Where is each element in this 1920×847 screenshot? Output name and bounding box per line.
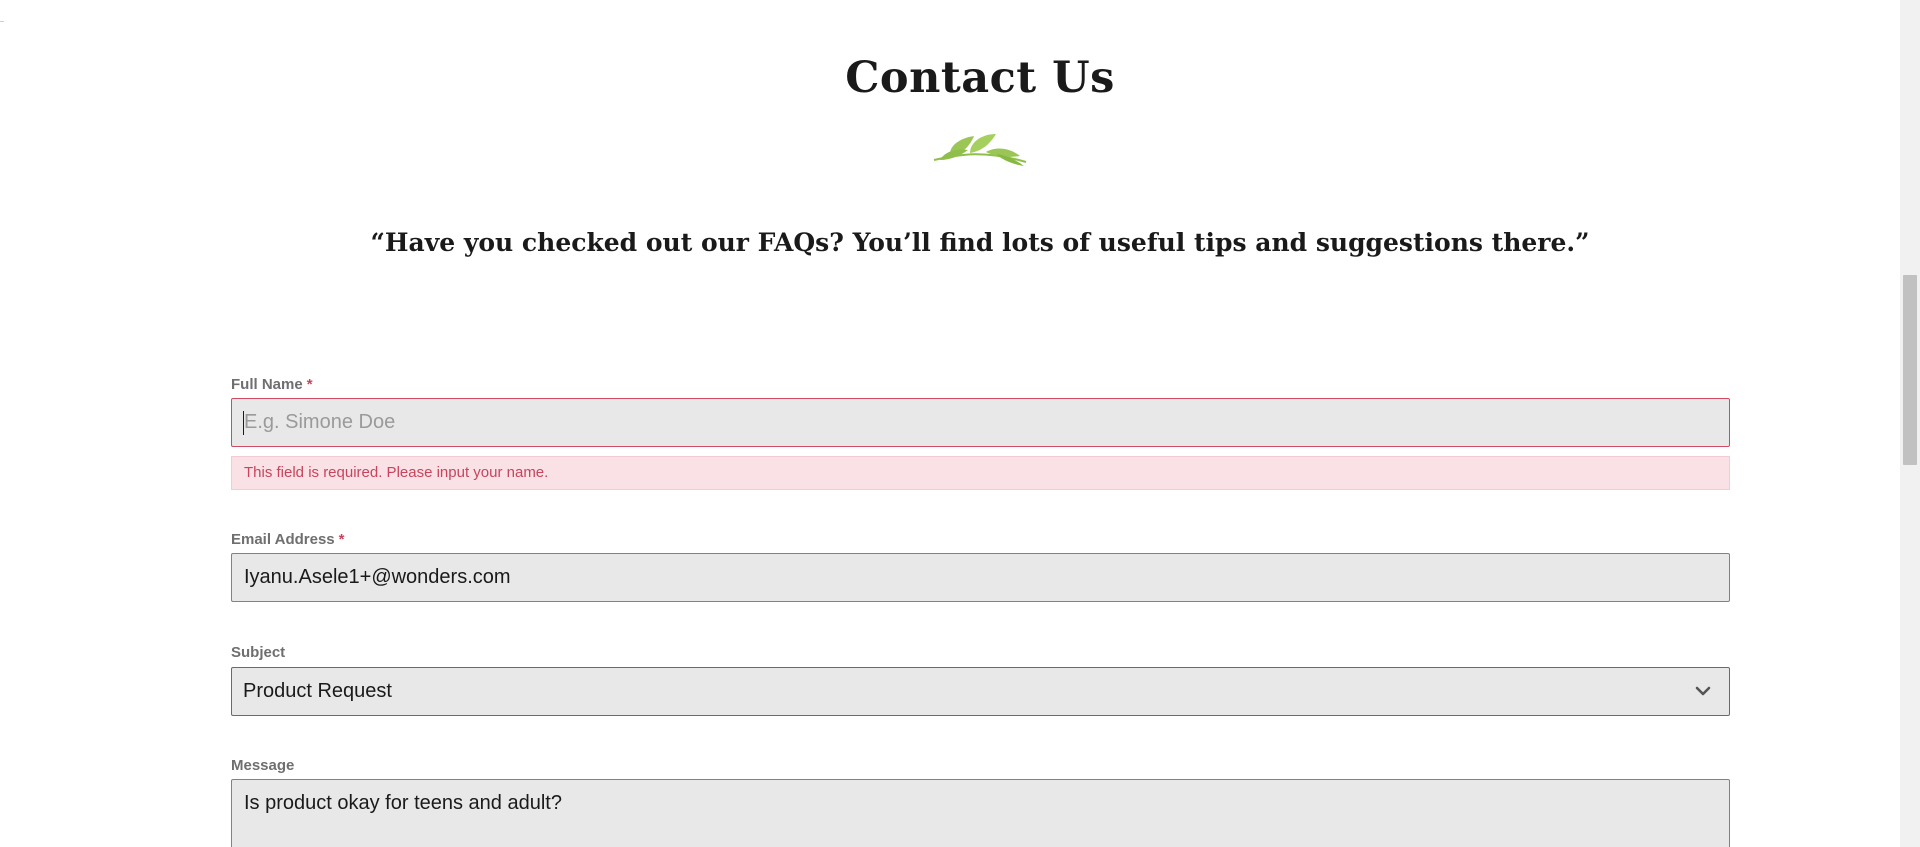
leaf-sprig-icon bbox=[933, 134, 1027, 166]
email-input[interactable] bbox=[231, 553, 1730, 602]
text-caret bbox=[243, 411, 244, 435]
full-name-input[interactable] bbox=[231, 398, 1730, 447]
subject-label: Subject bbox=[231, 643, 285, 663]
required-mark: * bbox=[338, 531, 345, 548]
content-area: Contact Us “Have you checked out our FAQ… bbox=[0, 0, 1900, 847]
subject-select[interactable]: Product Request bbox=[231, 667, 1730, 716]
email-label-text: Email Address bbox=[231, 531, 335, 548]
full-name-error-message: This field is required. Please input you… bbox=[231, 456, 1730, 490]
subject-label-text: Subject bbox=[231, 644, 286, 661]
scrollbar-thumb[interactable] bbox=[1903, 275, 1917, 465]
chevron-down-icon bbox=[1695, 686, 1711, 696]
message-textarea[interactable] bbox=[231, 779, 1730, 847]
email-label: Email Address * bbox=[231, 530, 345, 550]
contact-page: Contact Us “Have you checked out our FAQ… bbox=[0, 0, 1920, 847]
required-mark: * bbox=[306, 376, 313, 393]
message-label: Message bbox=[231, 756, 294, 776]
faq-quote: “Have you checked out our FAQs? You’ll f… bbox=[370, 228, 1590, 257]
full-name-label-text: Full Name bbox=[231, 376, 303, 393]
page-title: Contact Us bbox=[845, 53, 1115, 103]
message-label-text: Message bbox=[231, 757, 295, 774]
full-name-label: Full Name * bbox=[231, 375, 313, 395]
subject-selected-value: Product Request bbox=[243, 680, 392, 702]
